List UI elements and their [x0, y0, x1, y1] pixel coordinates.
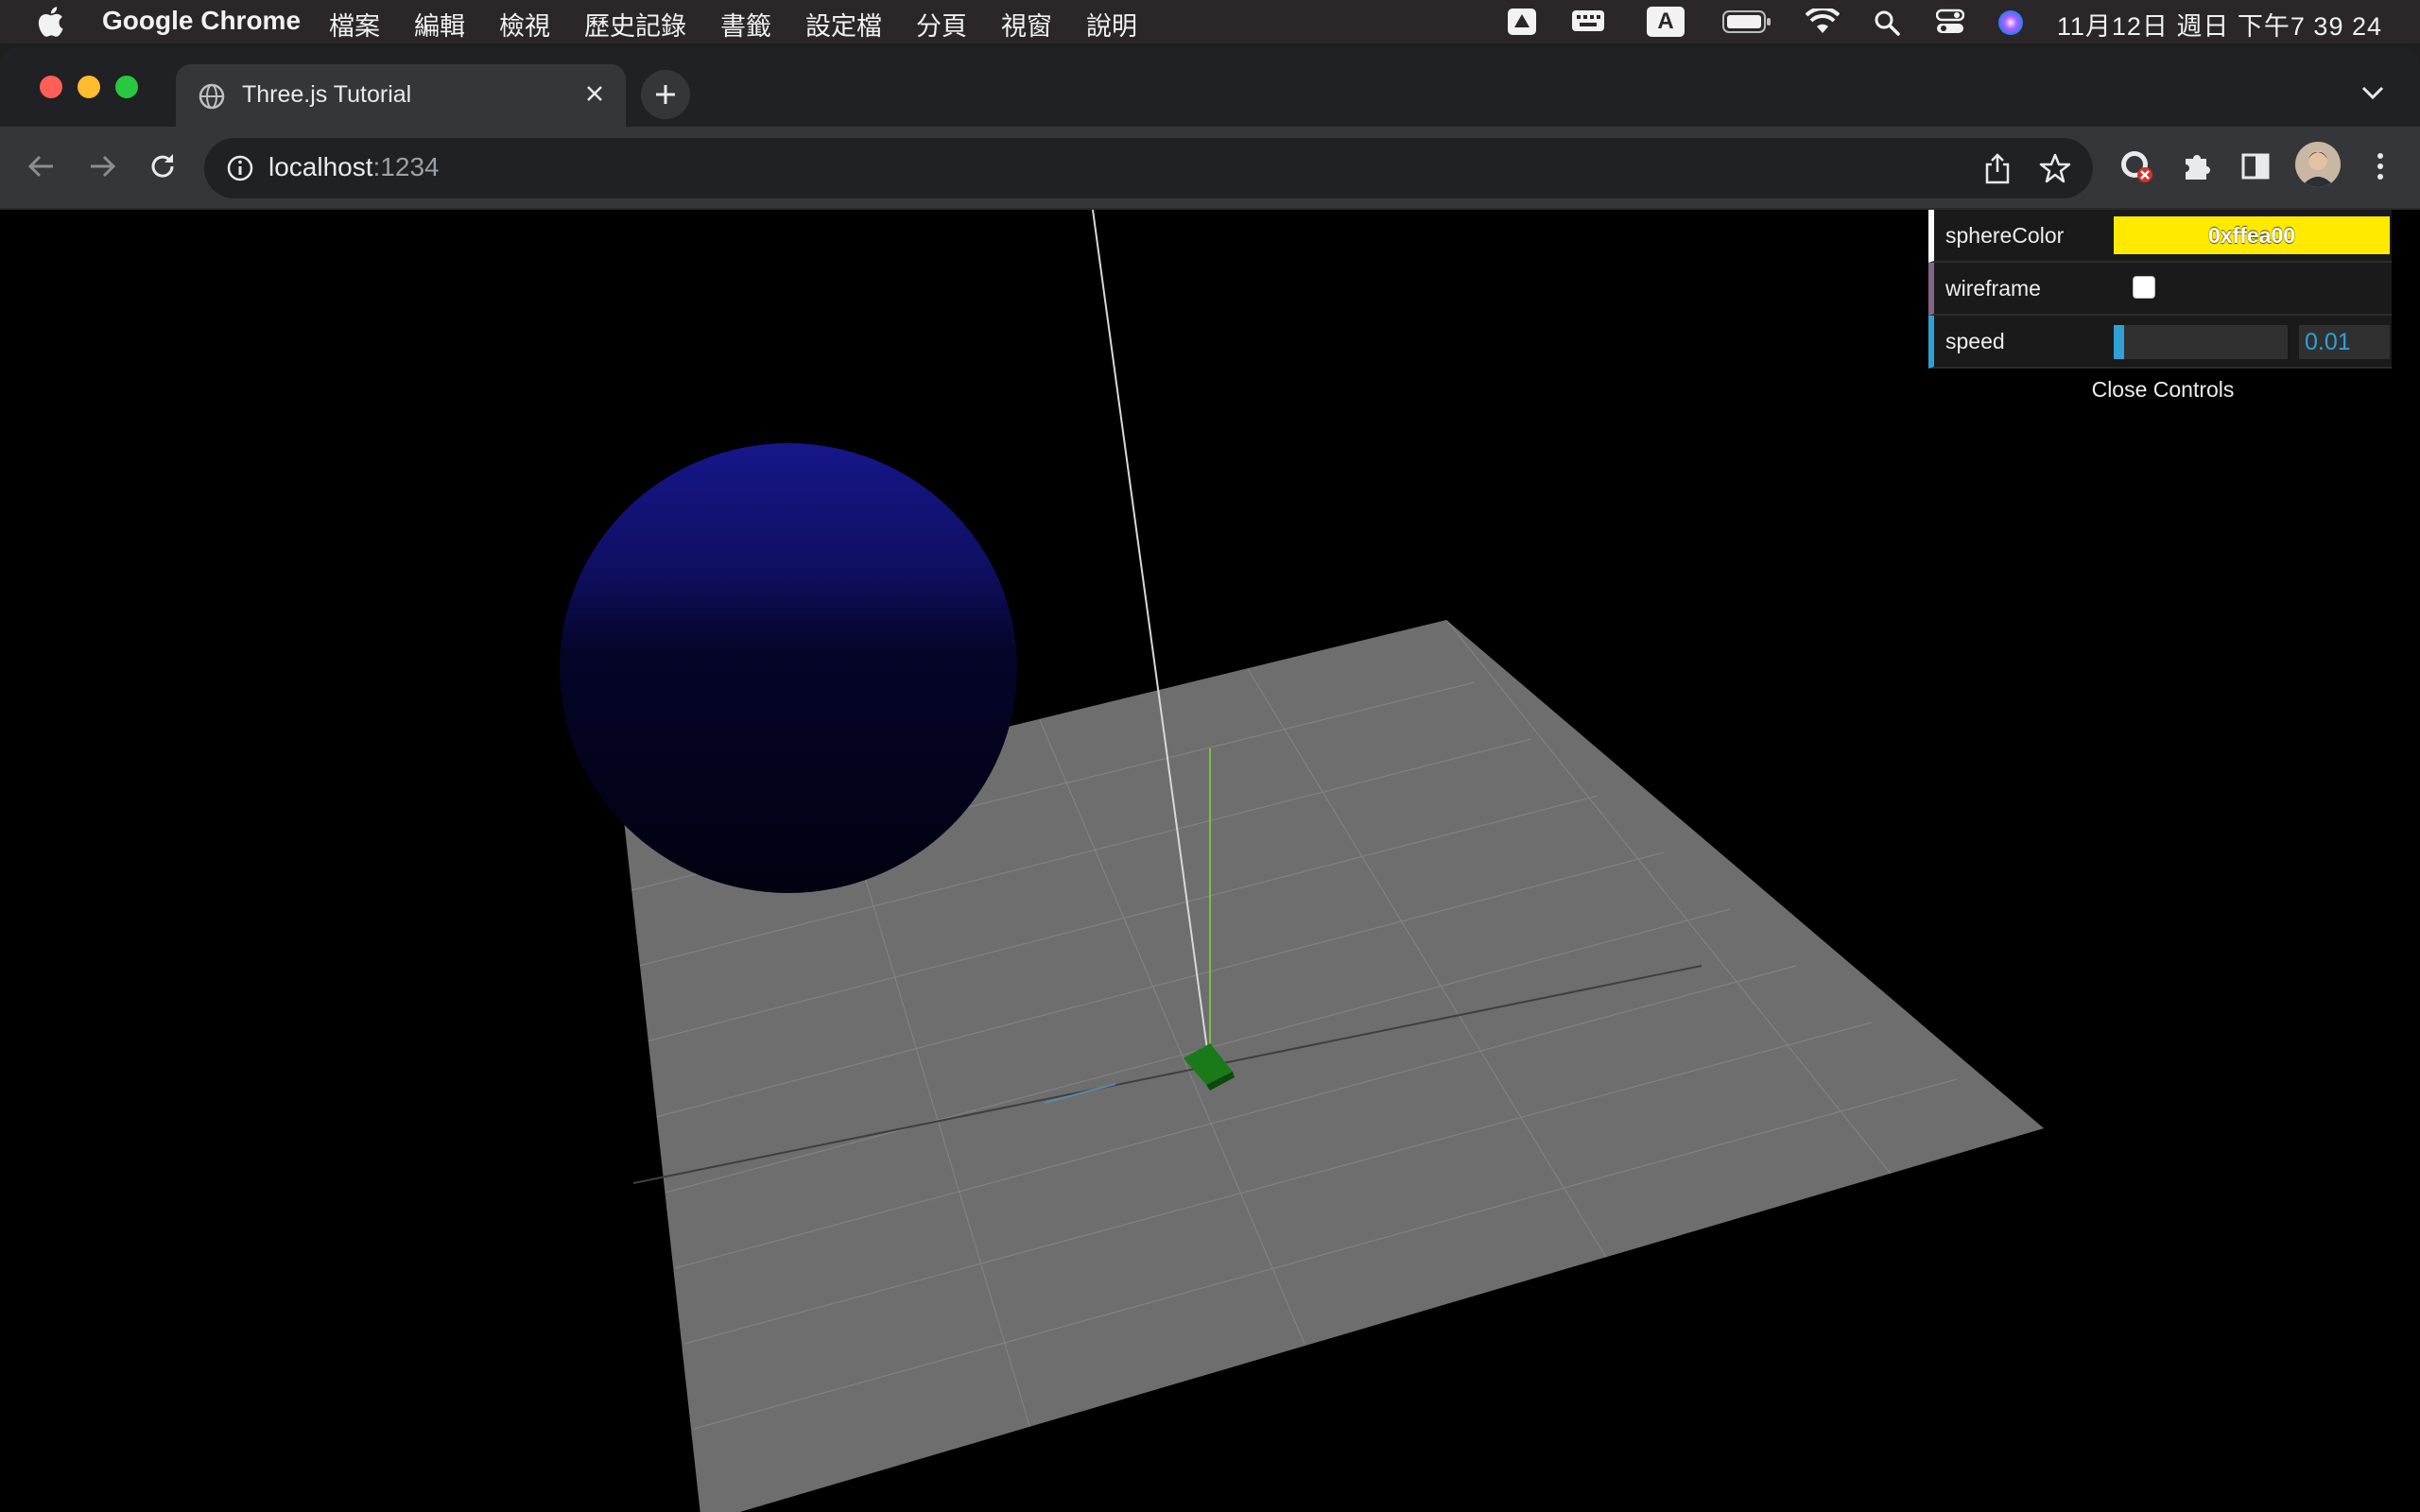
wireframe-checkbox[interactable]: [2133, 276, 2155, 299]
new-tab-button[interactable]: [641, 70, 690, 119]
share-icon[interactable]: [1981, 151, 2014, 185]
menu-bookmarks[interactable]: 書籤: [720, 6, 771, 43]
speed-slider-fill: [2114, 325, 2125, 359]
window-zoom-button[interactable]: [115, 76, 138, 98]
avatar-image: [2295, 142, 2341, 187]
extension-blocked-icon[interactable]: [2116, 146, 2157, 187]
sphere-color-input[interactable]: 0xffea00: [2114, 216, 2390, 254]
siri-icon[interactable]: [1996, 9, 2025, 37]
speed-label: speed: [1945, 329, 2005, 353]
site-info-icon[interactable]: [225, 153, 255, 183]
forward-arrow-icon[interactable]: [81, 146, 123, 187]
gui-row-wireframe: wireframe: [1928, 263, 2392, 316]
dat-gui-panel: sphereColor 0xffea00 wireframe speed 0.0…: [1928, 210, 2392, 410]
profile-avatar[interactable]: [2295, 142, 2341, 187]
wireframe-label: wireframe: [1945, 276, 2041, 301]
browser-toolbar: localhost:1234: [0, 127, 2420, 210]
extensions-puzzle-icon[interactable]: [2176, 146, 2218, 187]
speed-number-input[interactable]: 0.01: [2299, 325, 2390, 359]
reload-icon[interactable]: [142, 146, 183, 187]
threejs-canvas[interactable]: sphereColor 0xffea00 wireframe speed 0.0…: [0, 210, 2420, 1512]
menu-tabs[interactable]: 分頁: [916, 6, 967, 43]
input-source-icon[interactable]: A: [1647, 7, 1685, 37]
tab-search-chevron-icon[interactable]: [2360, 83, 2386, 102]
search-icon[interactable]: [1874, 9, 1900, 36]
wifi-icon[interactable]: [1806, 9, 1840, 35]
url-port: :1234: [372, 152, 440, 181]
gui-row-speed: speed 0.01: [1928, 316, 2392, 369]
window-minimize-button[interactable]: [78, 76, 100, 98]
drive-icon[interactable]: [1507, 8, 1537, 36]
close-controls-button[interactable]: Close Controls: [1934, 369, 2392, 410]
chrome-window: Three.js Tutorial localhost:1234 sphereC…: [0, 47, 2420, 1512]
tab-title: Three.js Tutorial: [242, 81, 412, 108]
apple-logo-icon[interactable]: [36, 7, 64, 37]
address-bar[interactable]: localhost:1234: [204, 138, 2093, 198]
back-arrow-icon[interactable]: [21, 146, 62, 187]
side-panel-icon[interactable]: [2235, 146, 2276, 187]
chrome-menu-icon[interactable]: [2360, 146, 2401, 187]
macos-menu-bar: Google Chrome 檔案 編輯 檢視 歷史記錄 書籤 設定檔 分頁 視窗…: [0, 0, 2420, 43]
menubar-app-name[interactable]: Google Chrome: [102, 6, 301, 36]
plus-icon: [656, 85, 675, 104]
window-close-button[interactable]: [40, 76, 62, 98]
menu-history[interactable]: 歷史記錄: [584, 6, 686, 43]
menu-profiles[interactable]: 設定檔: [805, 6, 882, 43]
menu-help[interactable]: 說明: [1086, 6, 1137, 43]
menubar-menus: 檔案 編輯 檢視 歷史記錄 書籤 設定檔 分頁 視窗 說明: [329, 6, 1171, 43]
menu-file[interactable]: 檔案: [329, 6, 380, 43]
blue-sphere: [560, 443, 1017, 893]
battery-icon[interactable]: [1722, 9, 1772, 34]
url-text: localhost:1234: [268, 152, 440, 182]
gui-row-sphere-color: sphereColor 0xffea00: [1928, 210, 2392, 263]
bookmark-star-icon[interactable]: [2038, 151, 2072, 185]
globe-icon: [199, 83, 225, 110]
menu-view[interactable]: 檢視: [499, 6, 550, 43]
menubar-clock[interactable]: 11月12日 週日 下午7 39 24: [2057, 6, 2382, 43]
control-center-icon[interactable]: [1936, 9, 1964, 35]
tab-close-icon[interactable]: [580, 79, 609, 108]
keyboard-icon[interactable]: [1571, 8, 1605, 34]
tab-strip: Three.js Tutorial: [0, 47, 2420, 127]
menu-edit[interactable]: 編輯: [414, 6, 465, 43]
menu-window[interactable]: 視窗: [1001, 6, 1052, 43]
sphere-color-label: sphereColor: [1945, 223, 2065, 248]
speed-slider[interactable]: [2114, 325, 2288, 359]
tab-threejs-tutorial[interactable]: Three.js Tutorial: [176, 64, 626, 127]
url-host: localhost: [268, 152, 373, 181]
